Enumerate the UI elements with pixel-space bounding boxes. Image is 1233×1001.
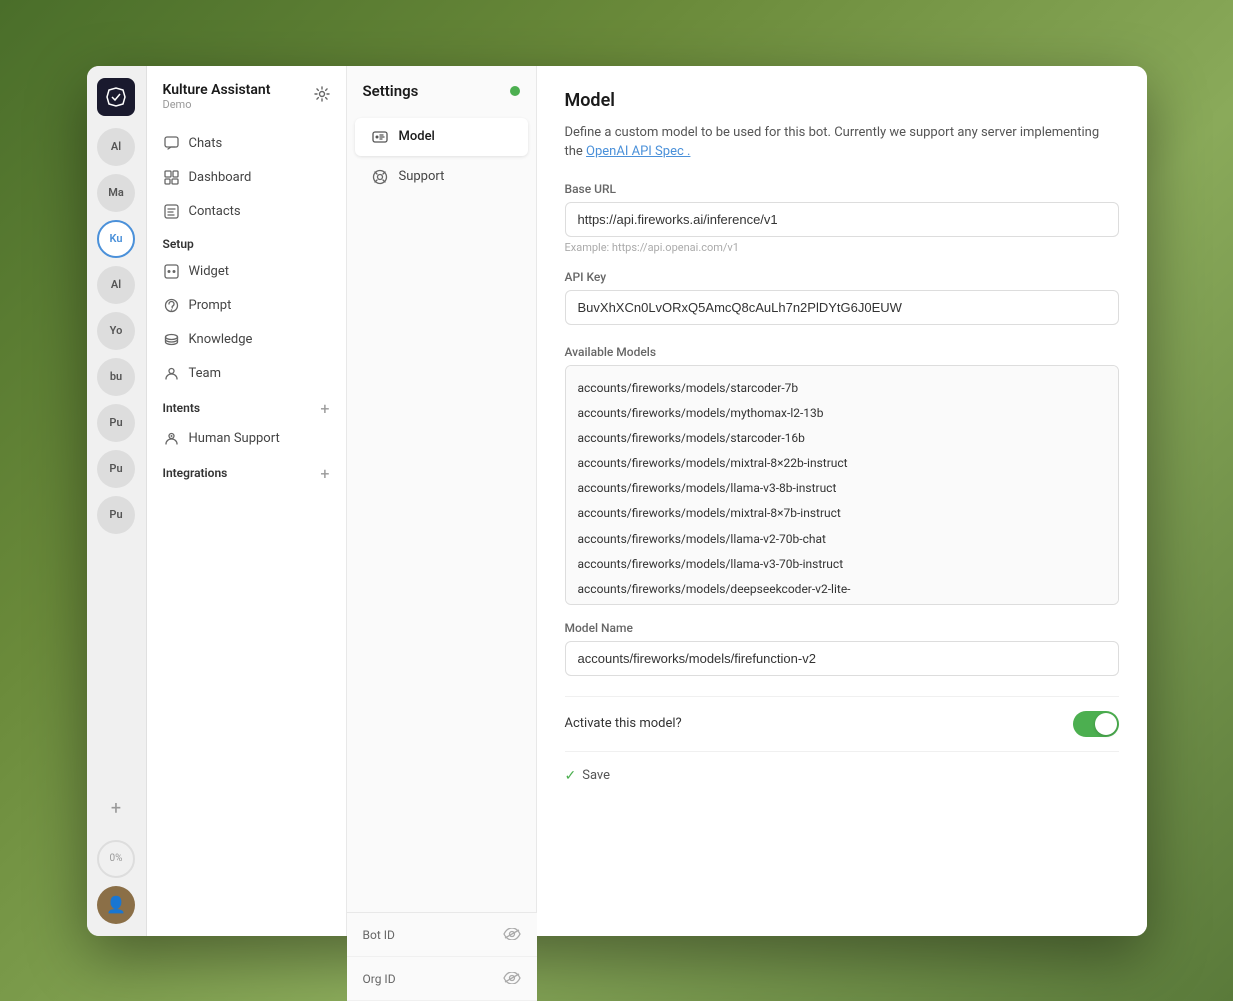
integrations-label: Integrations — [163, 466, 228, 480]
main-content: Model Define a custom model to be used f… — [537, 66, 1147, 936]
progress-indicator: 0% — [97, 840, 135, 878]
settings-label-model: Model — [399, 129, 435, 144]
nav-sidebar: Kulture Assistant Demo Chats — [147, 66, 347, 936]
dashboard-icon — [163, 169, 181, 187]
avatar-yo[interactable]: Yo — [97, 312, 135, 350]
activate-toggle[interactable] — [1073, 711, 1119, 737]
nav-item-human-support[interactable]: Human Support — [147, 422, 346, 456]
contacts-icon — [163, 203, 181, 221]
nav-label-knowledge: Knowledge — [189, 332, 253, 347]
nav-label-chats: Chats — [189, 136, 223, 151]
integrations-section-header: Integrations + — [147, 456, 346, 487]
nav-header-info: Kulture Assistant Demo — [163, 82, 271, 111]
nav-label-team: Team — [189, 366, 222, 381]
nav-label-widget: Widget — [189, 264, 229, 279]
human-support-icon — [163, 430, 181, 448]
app-window: Al Ma Ku Al Yo bu Pu Pu Pu + 0% 👤 Kultur… — [87, 66, 1147, 936]
settings-item-support[interactable]: Support — [355, 158, 528, 196]
api-key-input[interactable] — [565, 290, 1119, 325]
intents-label: Intents — [163, 401, 201, 415]
nav-label-prompt: Prompt — [189, 298, 232, 313]
nav-item-knowledge[interactable]: Knowledge — [147, 323, 346, 357]
nav-label-contacts: Contacts — [189, 204, 241, 219]
avatar-al-1[interactable]: Al — [97, 128, 135, 166]
base-url-label: Base URL — [565, 182, 1119, 196]
app-subtitle: Demo — [163, 98, 271, 111]
nav-item-team[interactable]: Team — [147, 357, 346, 391]
model-item-3[interactable]: accounts/fireworks/models/mixtral-8×22b-… — [578, 451, 1106, 476]
support-icon — [371, 168, 389, 186]
knowledge-icon — [163, 331, 181, 349]
activate-row: Activate this model? — [565, 696, 1119, 752]
settings-panel: Settings Model Suppo — [347, 66, 537, 936]
model-item-1[interactable]: accounts/fireworks/models/mythomax-l2-13… — [578, 401, 1106, 426]
model-item-5[interactable]: accounts/fireworks/models/mixtral-8×7b-i… — [578, 501, 1106, 526]
add-integration-button[interactable]: + — [320, 464, 329, 483]
team-icon — [163, 365, 181, 383]
nav-item-widget[interactable]: Widget — [147, 255, 346, 289]
settings-gear-icon[interactable] — [314, 86, 330, 106]
models-list: accounts/fireworks/models/starcoder-7b a… — [565, 365, 1119, 605]
nav-item-prompt[interactable]: Prompt — [147, 289, 346, 323]
page-title: Model — [565, 90, 1119, 111]
base-url-group: Base URL Example: https://api.openai.com… — [565, 182, 1119, 254]
avatar-ku[interactable]: Ku — [97, 220, 135, 258]
status-indicator — [510, 86, 520, 96]
model-item-6[interactable]: accounts/fireworks/models/llama-v2-70b-c… — [578, 527, 1106, 552]
base-url-hint: Example: https://api.openai.com/v1 — [565, 241, 1119, 254]
nav-item-dashboard[interactable]: Dashboard — [147, 161, 346, 195]
bot-id-label: Bot ID — [363, 928, 395, 936]
avatar-ma[interactable]: Ma — [97, 174, 135, 212]
widget-icon — [163, 263, 181, 281]
model-name-label: Model Name — [565, 621, 1119, 635]
model-item-4[interactable]: accounts/fireworks/models/llama-v3-8b-in… — [578, 476, 1106, 501]
prompt-icon — [163, 297, 181, 315]
settings-label-support: Support — [399, 169, 445, 184]
settings-title: Settings — [363, 82, 419, 100]
app-logo[interactable] — [97, 78, 135, 116]
api-key-group: API Key — [565, 270, 1119, 329]
intents-section-header: Intents + — [147, 391, 346, 422]
settings-header: Settings — [347, 82, 536, 116]
progress-label: 0% — [110, 853, 123, 864]
api-key-label: API Key — [565, 270, 1119, 284]
avatar-bu[interactable]: bu — [97, 358, 135, 396]
nav-header: Kulture Assistant Demo — [147, 82, 346, 127]
model-item-8[interactable]: accounts/fireworks/models/deepseekcoder-… — [578, 577, 1106, 602]
user-avatar[interactable]: 👤 — [97, 886, 135, 924]
chat-icon — [163, 135, 181, 153]
model-item-2[interactable]: accounts/fireworks/models/starcoder-16b — [578, 426, 1106, 451]
bot-id-hide-icon[interactable] — [503, 925, 521, 936]
activate-label: Activate this model? — [565, 716, 682, 731]
avatar-pu-2[interactable]: Pu — [97, 450, 135, 488]
add-workspace-button[interactable]: + — [97, 790, 135, 828]
save-row: ✓ Save — [565, 768, 1119, 784]
avatar-sidebar: Al Ma Ku Al Yo bu Pu Pu Pu + 0% 👤 — [87, 66, 147, 936]
settings-item-model[interactable]: Model — [355, 118, 528, 156]
base-url-input[interactable] — [565, 202, 1119, 237]
nav-item-chats[interactable]: Chats — [147, 127, 346, 161]
available-models-label: Available Models — [565, 345, 1119, 359]
nav-label-dashboard: Dashboard — [189, 170, 252, 185]
add-intent-button[interactable]: + — [320, 399, 329, 418]
model-icon — [371, 128, 389, 146]
avatar-pu-3[interactable]: Pu — [97, 496, 135, 534]
available-models-group: Available Models accounts/fireworks/mode… — [565, 345, 1119, 605]
model-name-input[interactable] — [565, 641, 1119, 676]
setup-label: Setup — [163, 237, 194, 251]
model-name-group: Model Name — [565, 621, 1119, 680]
nav-item-contacts[interactable]: Contacts — [147, 195, 346, 229]
nav-label-human-support: Human Support — [189, 431, 280, 446]
openai-spec-link[interactable]: OpenAI API Spec . — [586, 144, 690, 159]
setup-section-header: Setup — [147, 229, 346, 255]
app-name: Kulture Assistant — [163, 82, 271, 98]
model-item-7[interactable]: accounts/fireworks/models/llama-v3-70b-i… — [578, 552, 1106, 577]
bot-id-row: Bot ID — [347, 913, 537, 936]
save-button[interactable]: Save — [582, 768, 610, 783]
save-check-icon: ✓ — [565, 768, 577, 784]
avatar-pu-1[interactable]: Pu — [97, 404, 135, 442]
page-description: Define a custom model to be used for thi… — [565, 123, 1119, 162]
avatar-al-2[interactable]: Al — [97, 266, 135, 304]
model-item-0[interactable]: accounts/fireworks/models/starcoder-7b — [578, 376, 1106, 401]
